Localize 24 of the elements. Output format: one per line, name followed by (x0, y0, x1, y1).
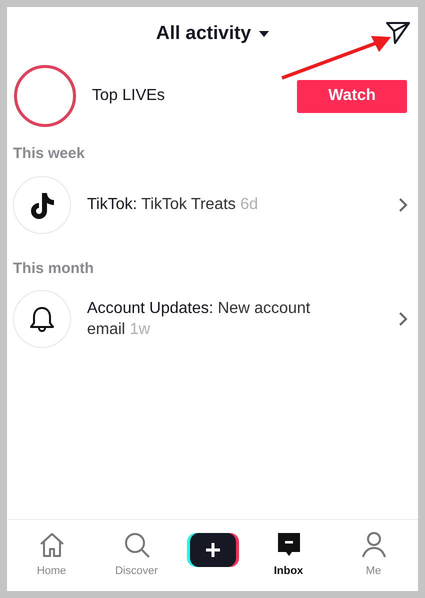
notification-text: Account Updates: New account email 1w (87, 299, 312, 340)
notification-row[interactable]: TikTok: TikTok Treats 6d (7, 168, 418, 242)
send-icon[interactable] (385, 21, 411, 45)
nav-tab[interactable]: Inbox (254, 531, 324, 580)
music-note-icon (29, 190, 55, 218)
nav-tab[interactable]: Home (16, 531, 86, 580)
chevron-right-icon (399, 312, 408, 326)
notification-text: TikTok: TikTok Treats 6d (87, 195, 260, 215)
search-icon (122, 531, 150, 560)
bell-icon (29, 305, 55, 333)
nav-tab[interactable]: Discover (102, 531, 172, 580)
create-button[interactable] (186, 532, 238, 566)
plus-icon (204, 542, 220, 558)
person-icon (360, 531, 386, 560)
top-lives-label: Top LIVEs (92, 86, 166, 106)
home-icon (38, 531, 66, 560)
nav-tab[interactable]: Me (338, 531, 408, 580)
section-heading: This month (12, 258, 95, 278)
activity-filter-dropdown[interactable]: All activity (156, 20, 270, 48)
caret-icon (259, 31, 270, 37)
notification-row[interactable]: Account Updates: New account email 1w (7, 282, 418, 356)
section-heading: This week (12, 144, 86, 164)
watch-button[interactable]: Watch (297, 80, 407, 112)
chevron-right-icon (399, 198, 408, 212)
